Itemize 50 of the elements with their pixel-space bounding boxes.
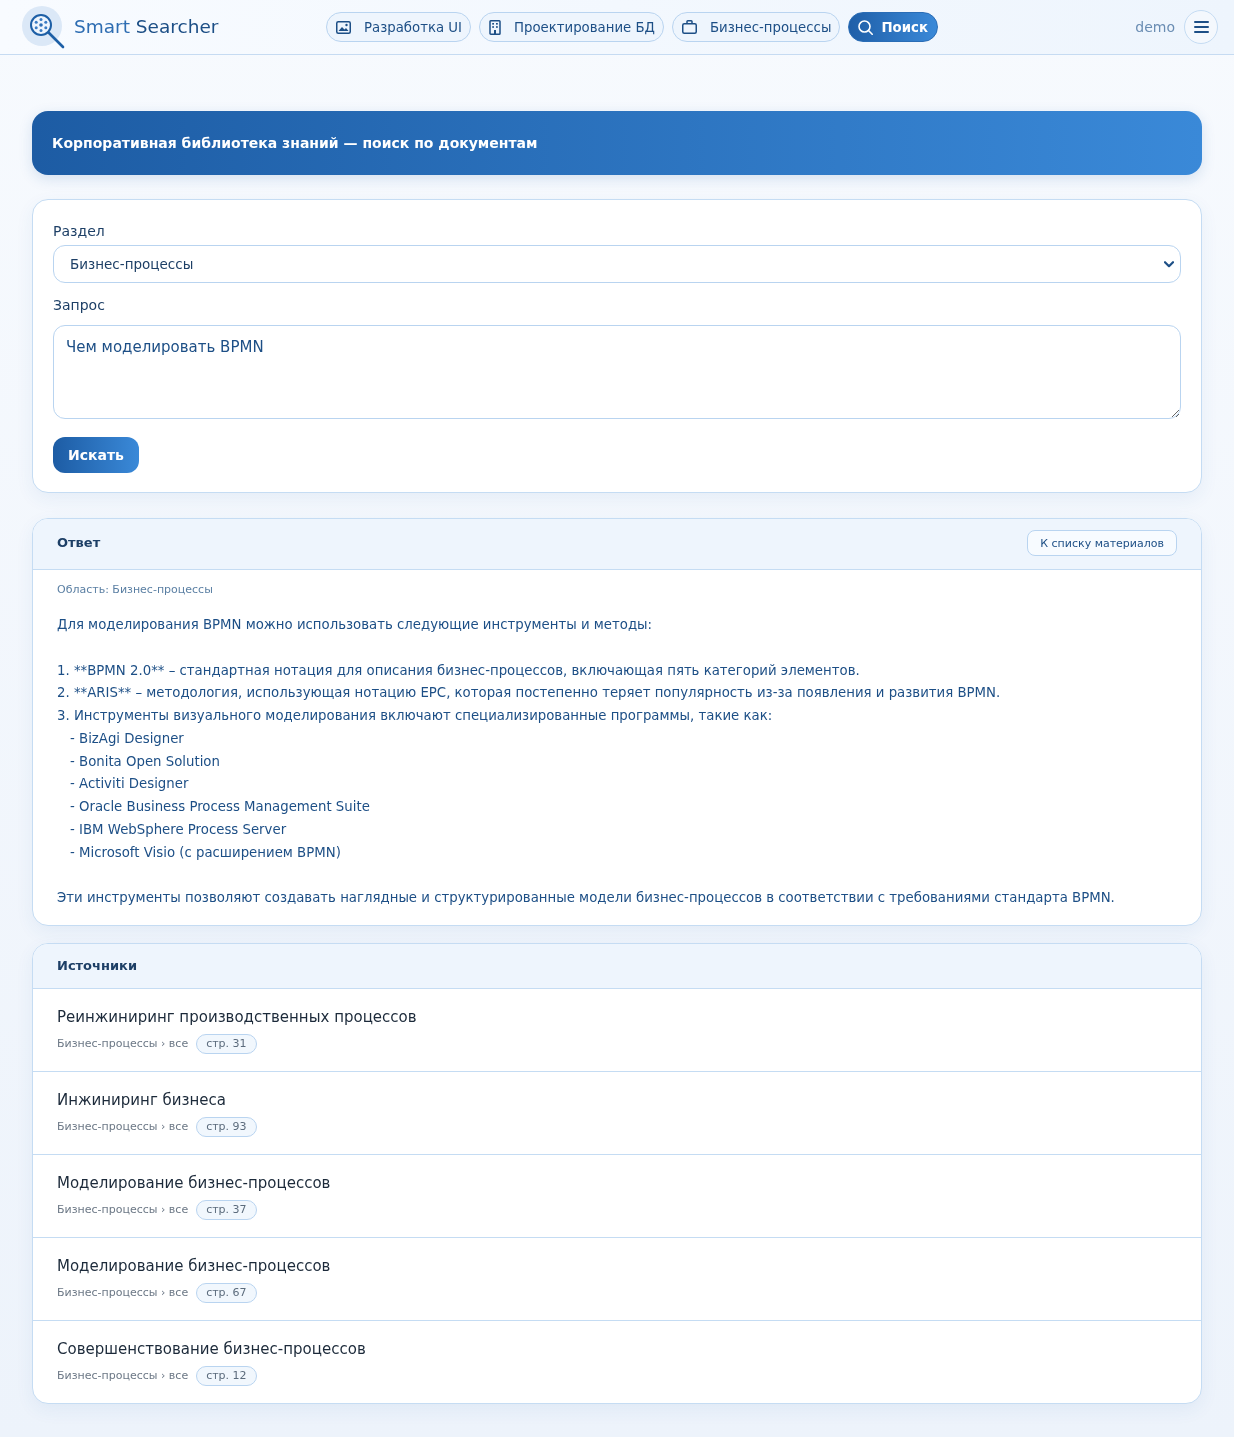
picture-icon — [336, 20, 351, 34]
section-title: Ответ — [57, 534, 101, 550]
source-path: Бизнес-процессы › все — [57, 1120, 189, 1134]
logo-icon — [22, 5, 65, 49]
source-title: Совершенствование бизнес-процессов — [57, 1338, 366, 1359]
page-badge: стр. 37 — [196, 1199, 257, 1220]
answer-sub-item: - Activiti Designer — [69, 775, 189, 794]
section-select[interactable]: Бизнес-процессы — [53, 245, 1181, 283]
source-path: Бизнес-процессы › все — [57, 1286, 189, 1300]
answer-sub-item: - Oracle Business Process Management Suite — [69, 798, 370, 816]
source-path: Бизнес-процессы › все — [57, 1203, 189, 1217]
nav-tab[interactable]: Разработка UI — [326, 12, 471, 42]
answer-sub-item: - IBM WebSphere Process Server — [69, 820, 287, 839]
source-title: Реинжиниринг производственных процессов — [57, 1006, 417, 1027]
answer-list-item: 1. **BPMN 2.0** – стандартная нотация для описания бизнес-процессов, включающая пять категорий элементов. — [57, 661, 860, 680]
nav-tab[interactable]: Бизнес-процессы — [671, 12, 841, 42]
username: demo — [1135, 19, 1175, 35]
search-icon — [858, 19, 874, 35]
source-title: Моделирование бизнес-процессов — [57, 1255, 331, 1276]
search-button[interactable]: Искать — [53, 437, 139, 473]
chevron-down-icon — [1164, 260, 1174, 268]
answer-sub-item: - BizAgi Designer — [69, 729, 184, 748]
page-badge: стр. 93 — [196, 1116, 257, 1137]
answer-conclusion: Эти инструменты позволяют создавать наглядные и структурированные модели бизнес-процессов в соответствии с требованиями стандарта BPMN. — [57, 889, 1115, 907]
answer-sub-item: - Microsoft Visio (с расширением BPMN) — [69, 843, 341, 862]
page-badge: стр. 31 — [196, 1033, 257, 1054]
scope-text: Область: Бизнес-процессы — [57, 582, 213, 598]
menu-button[interactable] — [1184, 10, 1218, 44]
page-badge: стр. 12 — [196, 1365, 257, 1386]
menu-icon — [1193, 21, 1209, 33]
query-input[interactable]: Чем моделировать BPMN — [53, 325, 1181, 419]
answer-sub-item: - Bonita Open Solution — [69, 752, 220, 771]
banner-title: Корпоративная библиотека знаний — поиск по документам — [52, 135, 538, 151]
building-icon — [488, 19, 501, 35]
nav-tab[interactable]: Проектирование БД — [478, 12, 664, 42]
section-title: Источники — [57, 958, 137, 974]
source-path: Бизнес-процессы › все — [57, 1037, 189, 1051]
answer-list-item: 3. Инструменты визуального моделирования включают специализированные программы, такие как: — [57, 707, 773, 725]
answer-list-item: 2. **ARIS** – методология, использующая нотацию EPC, которая постепенно теряет популярность из-за появления и развития BPMN. — [57, 684, 1001, 703]
source-title: Моделирование бизнес-процессов — [57, 1172, 331, 1193]
answer-intro: Для моделирования BPMN можно использовать следующие инструменты и методы: — [57, 616, 653, 634]
field-label: Запрос — [53, 296, 105, 315]
field-label: Раздел — [53, 222, 105, 241]
back-to-list-button[interactable]: К списку материалов — [1027, 530, 1177, 556]
source-path: Бизнес-процессы › все — [57, 1369, 189, 1383]
source-title: Инжиниринг бизнеса — [57, 1089, 227, 1110]
nav-tab[interactable]: Поиск — [848, 12, 938, 42]
briefcase-icon — [681, 20, 697, 34]
logo-text: Smart Searcher — [74, 15, 219, 37]
page-badge: стр. 67 — [196, 1282, 257, 1303]
